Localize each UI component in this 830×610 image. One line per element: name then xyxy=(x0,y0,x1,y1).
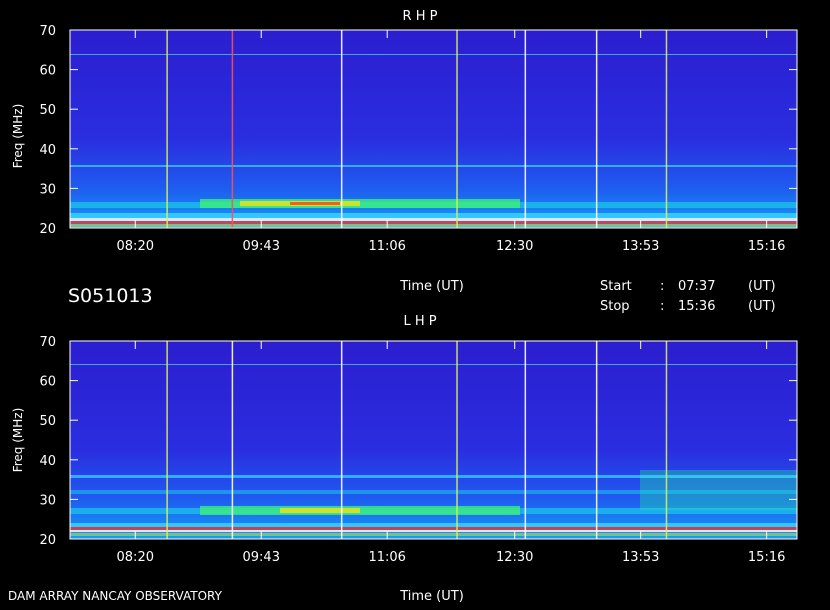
lhp-x-tick-label: 08:20 xyxy=(117,550,154,565)
rhp-x-tick-label: 13:53 xyxy=(622,239,659,254)
lhp-x-tick-label: 15:16 xyxy=(748,550,785,565)
observation-id: S051013 xyxy=(68,285,153,307)
rhp-y-tick-label: 70 xyxy=(39,24,56,39)
rhp-x-tick-label: 09:43 xyxy=(243,239,280,254)
rhp-x-tick-label: 12:30 xyxy=(496,239,533,254)
lhp-x-tick-label: 12:30 xyxy=(496,550,533,565)
observatory-footer: DAM ARRAY NANCAY OBSERVATORY xyxy=(8,589,223,603)
rhp-plot-background xyxy=(70,30,797,228)
stop-label: Stop xyxy=(600,299,630,314)
rhp-y-tick-label: 60 xyxy=(39,64,56,79)
lhp-y-tick-label: 20 xyxy=(39,533,56,548)
rhp-panel: 20 30 40 50 60 70 08:20 09:43 11:06 12:30 13:53 15… xyxy=(11,9,798,294)
lhp-y-label: Freq (MHz) xyxy=(11,408,25,473)
stop-time: 15:36 xyxy=(678,299,715,314)
spectrogram-figure: 20 30 40 50 60 70 08:20 09:43 11:06 12:30 13:53 15… xyxy=(8,9,798,604)
lhp-y-tick-label: 60 xyxy=(39,375,56,390)
rhp-y-tick-label: 50 xyxy=(39,103,56,118)
rhp-y-tick-label: 20 xyxy=(39,222,56,237)
rhp-x-tick-label: 15:16 xyxy=(748,239,785,254)
rhp-title: R H P xyxy=(403,9,438,24)
rhp-x-tick-label: 11:06 xyxy=(368,239,405,254)
start-time: 07:37 xyxy=(678,279,715,294)
lhp-y-tick-label: 30 xyxy=(39,493,56,508)
start-colon: : xyxy=(660,279,664,294)
stop-colon: : xyxy=(660,299,664,314)
lhp-panel: 20 30 40 50 60 70 08:20 09:43 11:06 12:30 13:53 15… xyxy=(11,314,798,604)
lhp-x-tick-label: 13:53 xyxy=(622,550,659,565)
lhp-x-tick-label: 09:43 xyxy=(243,550,280,565)
start-ut-tag: (UT) xyxy=(748,279,776,294)
rhp-y-tick-label: 40 xyxy=(39,143,56,158)
stop-ut-tag: (UT) xyxy=(748,299,776,314)
rhp-y-tick-label: 30 xyxy=(39,182,56,197)
lhp-title: L H P xyxy=(403,314,436,329)
rhp-x-tick-label: 08:20 xyxy=(117,239,154,254)
rhp-x-label: Time (UT) xyxy=(399,279,464,294)
lhp-y-tick-label: 50 xyxy=(39,414,56,429)
start-label: Start xyxy=(600,279,632,294)
lhp-x-label: Time (UT) xyxy=(399,589,464,604)
lhp-x-tick-label: 11:06 xyxy=(368,550,405,565)
lhp-y-tick-label: 70 xyxy=(39,335,56,350)
rhp-y-label: Freq (MHz) xyxy=(11,104,25,169)
lhp-y-tick-label: 40 xyxy=(39,454,56,469)
